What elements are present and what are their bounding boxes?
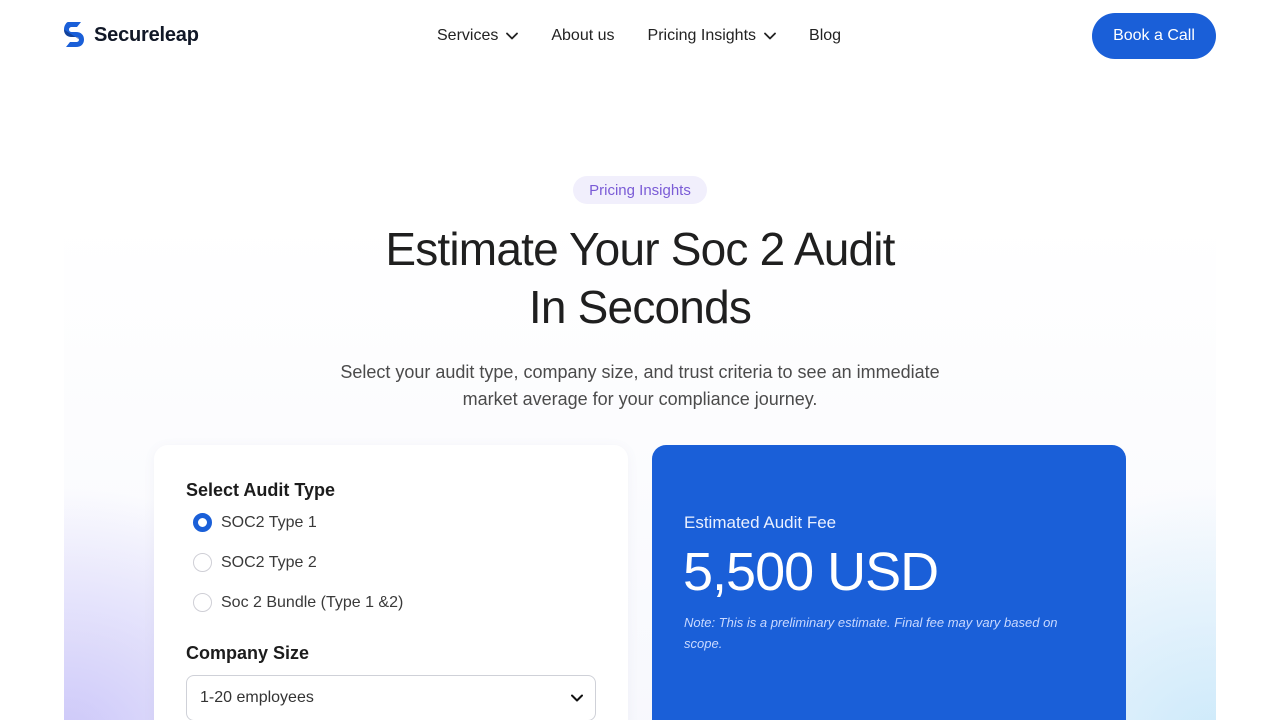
brand-name: Secureleap [94, 23, 199, 46]
estimated-fee-label: Estimated Audit Fee [684, 513, 837, 532]
brand-logo[interactable]: Secureleap [64, 20, 199, 50]
radio-option-soc2-bundle[interactable]: Soc 2 Bundle (Type 1 &2) [193, 593, 403, 612]
radio-option-soc2-type1[interactable]: SOC2 Type 1 [193, 513, 317, 532]
audit-type-label: Select Audit Type [186, 480, 336, 500]
radio-option-label: SOC2 Type 1 [221, 513, 317, 531]
estimate-disclaimer: Note: This is a preliminary estimate. Fi… [684, 615, 1058, 651]
nav-item-about[interactable]: About us [551, 24, 614, 48]
radio-option-label: SOC2 Type 2 [221, 553, 317, 571]
site-header: Secureleap Services About us Pricing Ins… [0, 0, 1280, 72]
nav-item-label: Pricing Insights [647, 27, 757, 44]
radio-button-checked[interactable] [193, 513, 212, 532]
radio-option-label: Soc 2 Bundle (Type 1 &2) [221, 593, 404, 611]
nav-item-label: Services [437, 27, 499, 44]
company-size-label: Company Size [186, 643, 310, 663]
page-title: Estimate Your Soc 2 Audit In Seconds [240, 220, 1040, 336]
radio-option-soc2-type2[interactable]: SOC2 Type 2 [193, 553, 317, 572]
section-badge: Pricing Insights [573, 176, 707, 204]
secureleap-logo-icon [64, 22, 84, 47]
nav-item-pricing-insights[interactable]: Pricing Insights [648, 24, 777, 48]
book-a-call-button[interactable]: Book a Call [1092, 13, 1216, 59]
page-subtitle: Select your audit type, company size, an… [340, 362, 940, 409]
nav-item-services[interactable]: Services [437, 24, 519, 48]
estimated-fee-value: 5,500 USD [683, 542, 939, 602]
nav-item-label: Blog [809, 27, 842, 44]
company-size-select[interactable]: 1-20 employees [186, 675, 596, 720]
title-line-1: Estimate Your Soc 2 Audit [385, 223, 895, 275]
radio-button[interactable] [193, 553, 212, 572]
radio-button[interactable] [193, 593, 212, 612]
main-nav: Services About us Pricing Insights Blog [437, 24, 841, 48]
nav-item-label: About us [551, 27, 615, 44]
title-line-2: In Seconds [528, 281, 752, 333]
nav-item-blog[interactable]: Blog [809, 24, 841, 48]
chevron-down-icon [764, 32, 776, 40]
chevron-down-icon [571, 694, 583, 702]
chevron-down-icon [506, 32, 519, 40]
company-size-value: 1-20 employees [200, 689, 314, 706]
